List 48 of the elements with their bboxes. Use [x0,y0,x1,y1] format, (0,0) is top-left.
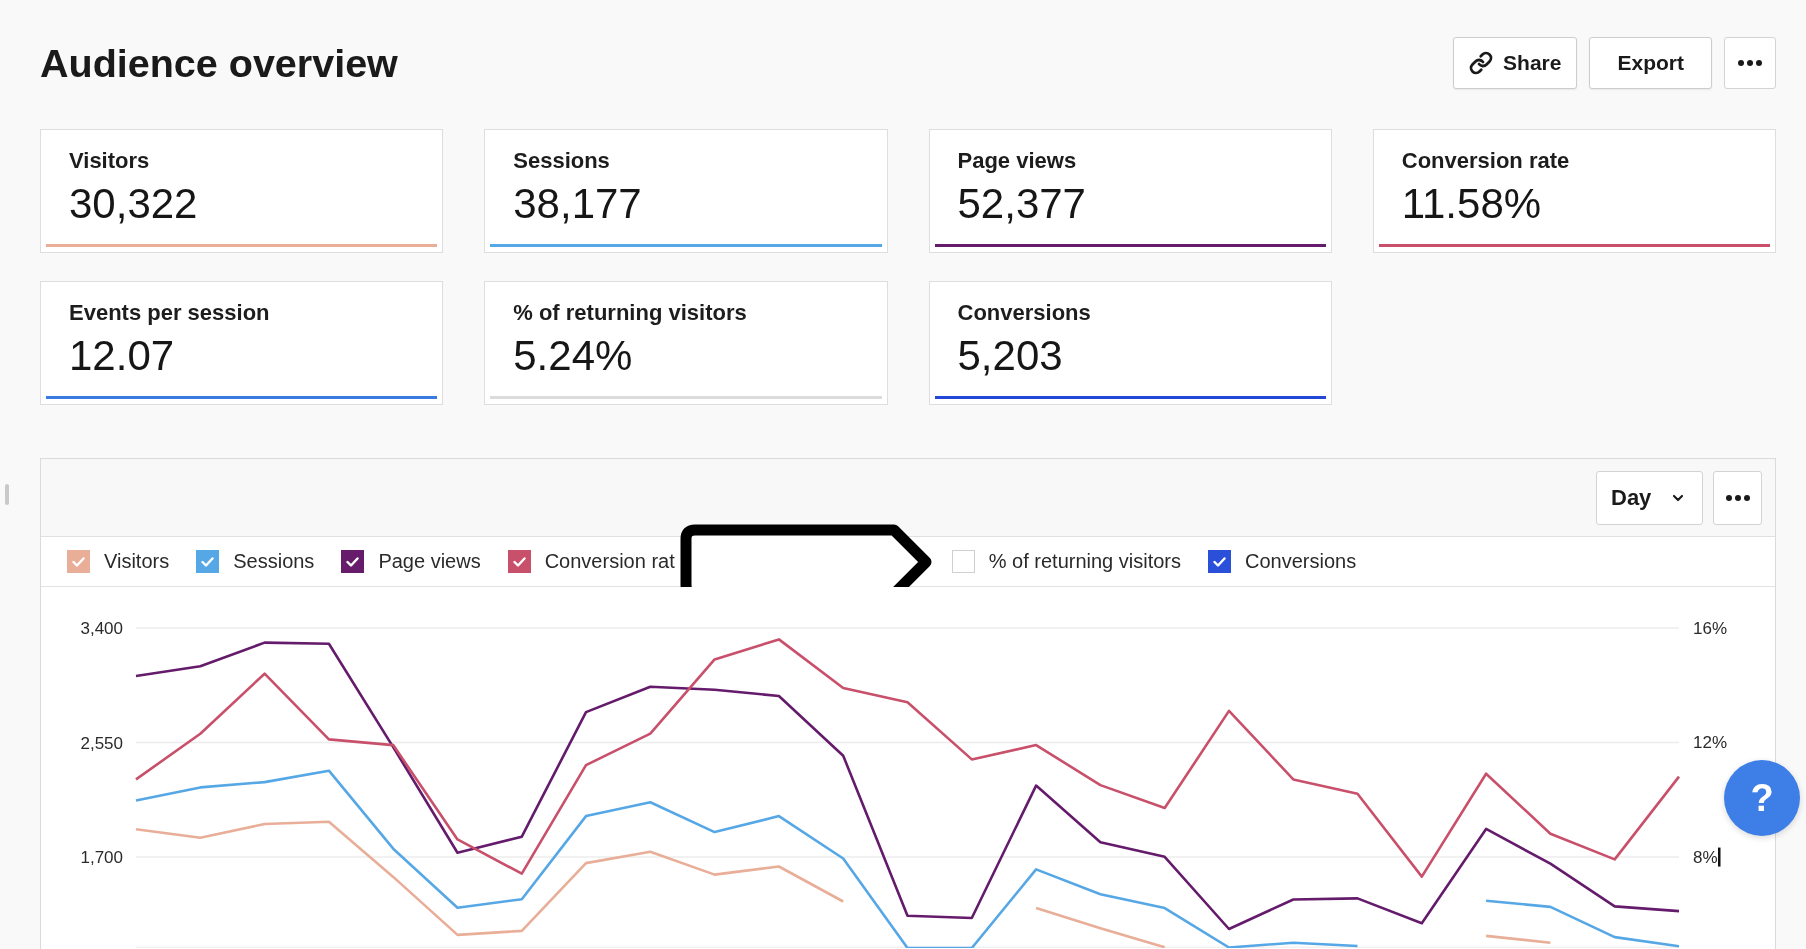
axis-label: 3,400 [80,619,123,638]
checkmark-icon [346,556,360,567]
link-icon [1469,51,1494,75]
metric-value: 38,177 [513,180,642,229]
page-title: Audience overview [40,40,398,86]
axis-label: 2,550 [80,733,123,753]
metric-label: Visitors [69,148,150,175]
legend-checkbox[interactable] [507,550,531,573]
more-button[interactable] [1713,470,1762,525]
legend-checkbox[interactable] [67,550,90,573]
series-toggle[interactable]: Sessions [196,550,315,573]
metric-value: 5.24% [513,332,633,381]
metric-value: 30,322 [69,180,198,229]
share-button[interactable]: Share [1453,37,1578,89]
metric-label: Sessions [513,148,610,175]
axis-label: 1,700 [80,848,123,868]
checkmark-icon [512,556,526,567]
series-toggle[interactable]: Page views [341,550,481,573]
checkmark-icon [1213,556,1226,567]
legend-checkbox[interactable] [196,550,220,573]
resize-handle[interactable] [5,484,9,505]
checkmark-icon [201,556,215,567]
metric-label: Conversions [957,300,1091,327]
metric-value: 11.58% [1401,180,1542,229]
metric-label: Conversion rate [1401,148,1570,175]
metric-label: Page views [957,148,1077,175]
series-toggle[interactable]: % of returning visitors [951,550,1181,573]
export-button[interactable]: Export [1589,37,1712,89]
legend-checkbox[interactable] [341,550,365,573]
series-toggle[interactable]: Visitors [67,550,170,573]
axis-label: 16% [1693,619,1728,638]
interval-dropdown[interactable]: Day [1596,470,1703,525]
metric-value: 5,203 [957,332,1063,381]
legend-checkbox[interactable] [1208,550,1231,573]
metric-value: 52,377 [957,180,1086,229]
metric-value: 12.07 [69,332,175,381]
text-cursor-icon [1718,847,1721,867]
metric-label: Events per session [69,300,270,327]
legend-checkbox[interactable] [951,550,975,573]
checkmark-icon [72,556,85,567]
more-icon [1738,60,1762,66]
more-button[interactable] [1724,37,1776,89]
axis-label: 8% [1693,847,1718,867]
series-toggle[interactable]: Conversions [1208,550,1357,573]
more-icon [1725,494,1750,501]
metric-label: % of returning visitors [513,300,747,327]
series-toggle[interactable]: Conversion rat [507,550,675,573]
axis-label: 12% [1693,733,1728,753]
